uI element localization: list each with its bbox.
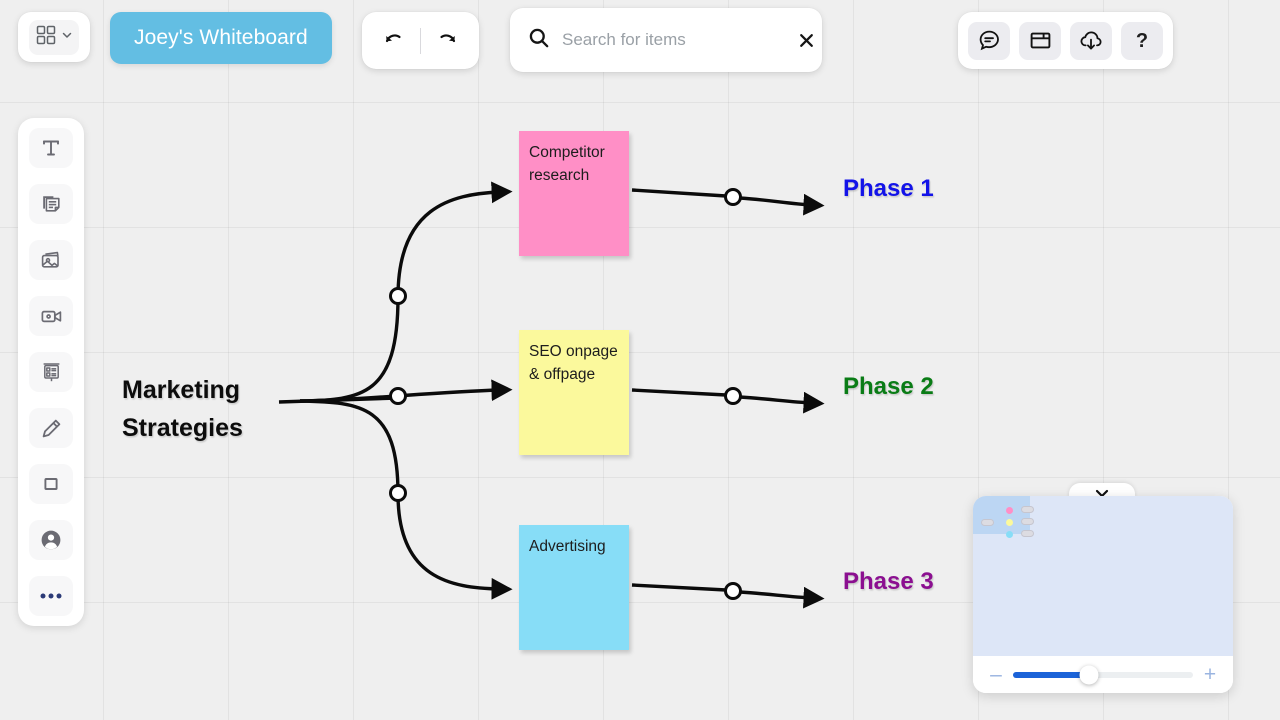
toolbar-divider	[420, 28, 421, 54]
pen-icon	[40, 417, 63, 440]
tool-rail	[18, 118, 84, 626]
person-icon	[39, 528, 63, 552]
help-button[interactable]: ?	[1121, 22, 1163, 60]
top-right-toolbar: ?	[958, 12, 1173, 69]
more-icon	[38, 591, 64, 601]
zoom-slider-handle[interactable]	[1079, 665, 1098, 684]
sticky-note-icon	[40, 193, 62, 215]
tool-pen[interactable]	[29, 408, 73, 448]
image-icon	[40, 249, 63, 272]
tool-more[interactable]	[29, 576, 73, 616]
minimap-thumbnail[interactable]	[973, 496, 1233, 656]
tool-board[interactable]	[29, 352, 73, 392]
tool-person[interactable]	[29, 520, 73, 560]
whiteboard-canvas[interactable]: Marketing Strategies Competitor research…	[0, 0, 1280, 720]
history-toolbar	[362, 12, 479, 69]
search-bar[interactable]	[510, 8, 822, 72]
search-icon	[528, 27, 550, 54]
minimap-viewport-rect[interactable]	[973, 496, 1030, 534]
minimap-node-root	[981, 519, 994, 526]
comment-button[interactable]	[968, 22, 1010, 60]
chevron-down-icon	[61, 28, 73, 46]
phase-label-1[interactable]: Phase 1	[843, 175, 934, 203]
close-icon[interactable]	[795, 29, 817, 51]
window-icon	[1029, 29, 1052, 52]
cloud-download-icon	[1079, 29, 1103, 53]
comment-icon	[978, 29, 1001, 52]
tool-text[interactable]	[29, 128, 73, 168]
board-title[interactable]: Joey's Whiteboard	[110, 12, 332, 64]
video-icon	[40, 305, 63, 328]
tool-video[interactable]	[29, 296, 73, 336]
sticky-note-competitor-research[interactable]: Competitor research	[519, 131, 629, 256]
sticky-note-text: SEO onpage & offpage	[529, 343, 618, 383]
minimap-note-2	[1006, 519, 1013, 526]
apps-grid-icon	[36, 25, 56, 50]
zoom-slider[interactable]	[1013, 672, 1193, 678]
minimap-note-3	[1006, 531, 1013, 538]
help-icon: ?	[1136, 31, 1148, 51]
undo-button[interactable]	[372, 19, 416, 63]
tool-sticky-note[interactable]	[29, 184, 73, 224]
sticky-note-text: Advertising	[529, 538, 606, 555]
text-icon	[40, 137, 62, 159]
presentation-icon	[40, 361, 63, 384]
minimap-note-1	[1006, 507, 1013, 514]
apps-menu-button[interactable]	[18, 12, 90, 62]
minimap-panel[interactable]: – +	[973, 496, 1233, 693]
minimap-phase-1	[1021, 506, 1034, 513]
sticky-note-advertising[interactable]: Advertising	[519, 525, 629, 650]
phase-label-2[interactable]: Phase 2	[843, 373, 934, 401]
export-button[interactable]	[1070, 22, 1112, 60]
zoom-controls: – +	[973, 656, 1233, 693]
search-input[interactable]	[562, 30, 783, 50]
sticky-note-text: Competitor research	[529, 144, 605, 184]
tool-shape[interactable]	[29, 464, 73, 504]
sticky-note-seo[interactable]: SEO onpage & offpage	[519, 330, 629, 455]
diagram-root-label[interactable]: Marketing Strategies	[122, 372, 243, 447]
zoom-out-button[interactable]: –	[989, 664, 1003, 685]
shape-square-icon	[40, 473, 62, 495]
redo-button[interactable]	[425, 19, 469, 63]
phase-label-3[interactable]: Phase 3	[843, 568, 934, 596]
zoom-slider-fill	[1013, 672, 1089, 678]
minimap-phase-3	[1021, 530, 1034, 537]
tool-image[interactable]	[29, 240, 73, 280]
zoom-in-button[interactable]: +	[1203, 664, 1217, 685]
minimap-phase-2	[1021, 518, 1034, 525]
frames-button[interactable]	[1019, 22, 1061, 60]
